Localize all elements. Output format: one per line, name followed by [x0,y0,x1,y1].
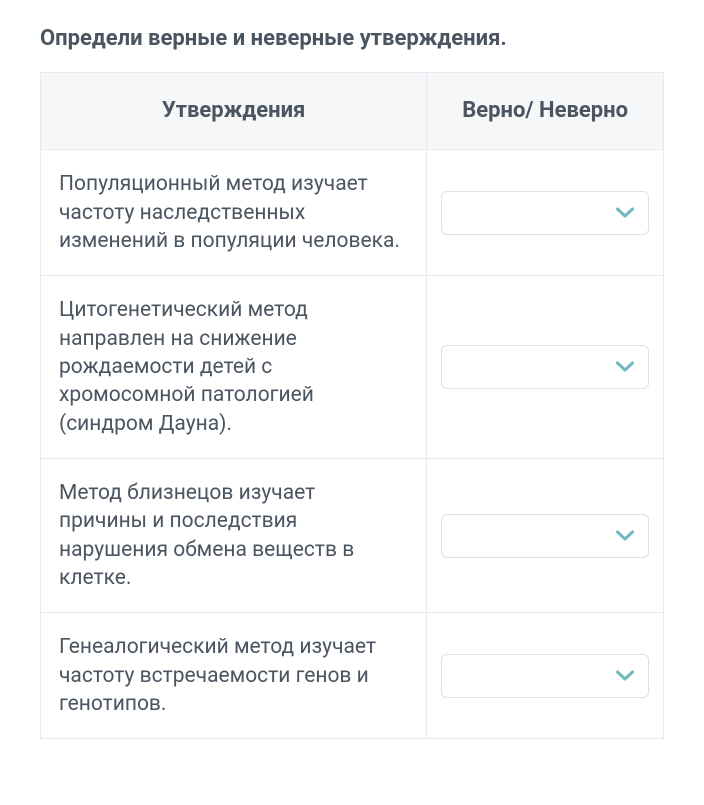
statement-text: Цитогенетический метод направлен на сниж… [41,276,427,459]
chevron-down-icon [616,530,634,542]
statements-table: Утверждения Верно/ Неверно Популяционный… [40,72,664,740]
table-row: Генеалогический метод изучает частоту вс… [41,613,664,739]
table-row: Цитогенетический метод направлен на сниж… [41,276,664,459]
statement-text: Генеалогический метод изучает частоту вс… [41,613,427,739]
chevron-down-icon [616,670,634,682]
answer-dropdown[interactable] [441,514,649,558]
statement-text: Метод близнецов изучает причины и послед… [41,458,427,612]
table-row: Популяционный метод изучает частоту насл… [41,150,664,276]
chevron-down-icon [616,207,634,219]
header-answer: Верно/ Неверно [427,72,664,150]
header-statements: Утверждения [41,72,427,150]
instruction-text: Определи верные и неверные утверждения. [40,25,664,54]
statement-text: Популяционный метод изучает частоту насл… [41,150,427,276]
answer-dropdown[interactable] [441,345,649,389]
answer-dropdown[interactable] [441,191,649,235]
answer-dropdown[interactable] [441,654,649,698]
table-row: Метод близнецов изучает причины и послед… [41,458,664,612]
chevron-down-icon [616,361,634,373]
